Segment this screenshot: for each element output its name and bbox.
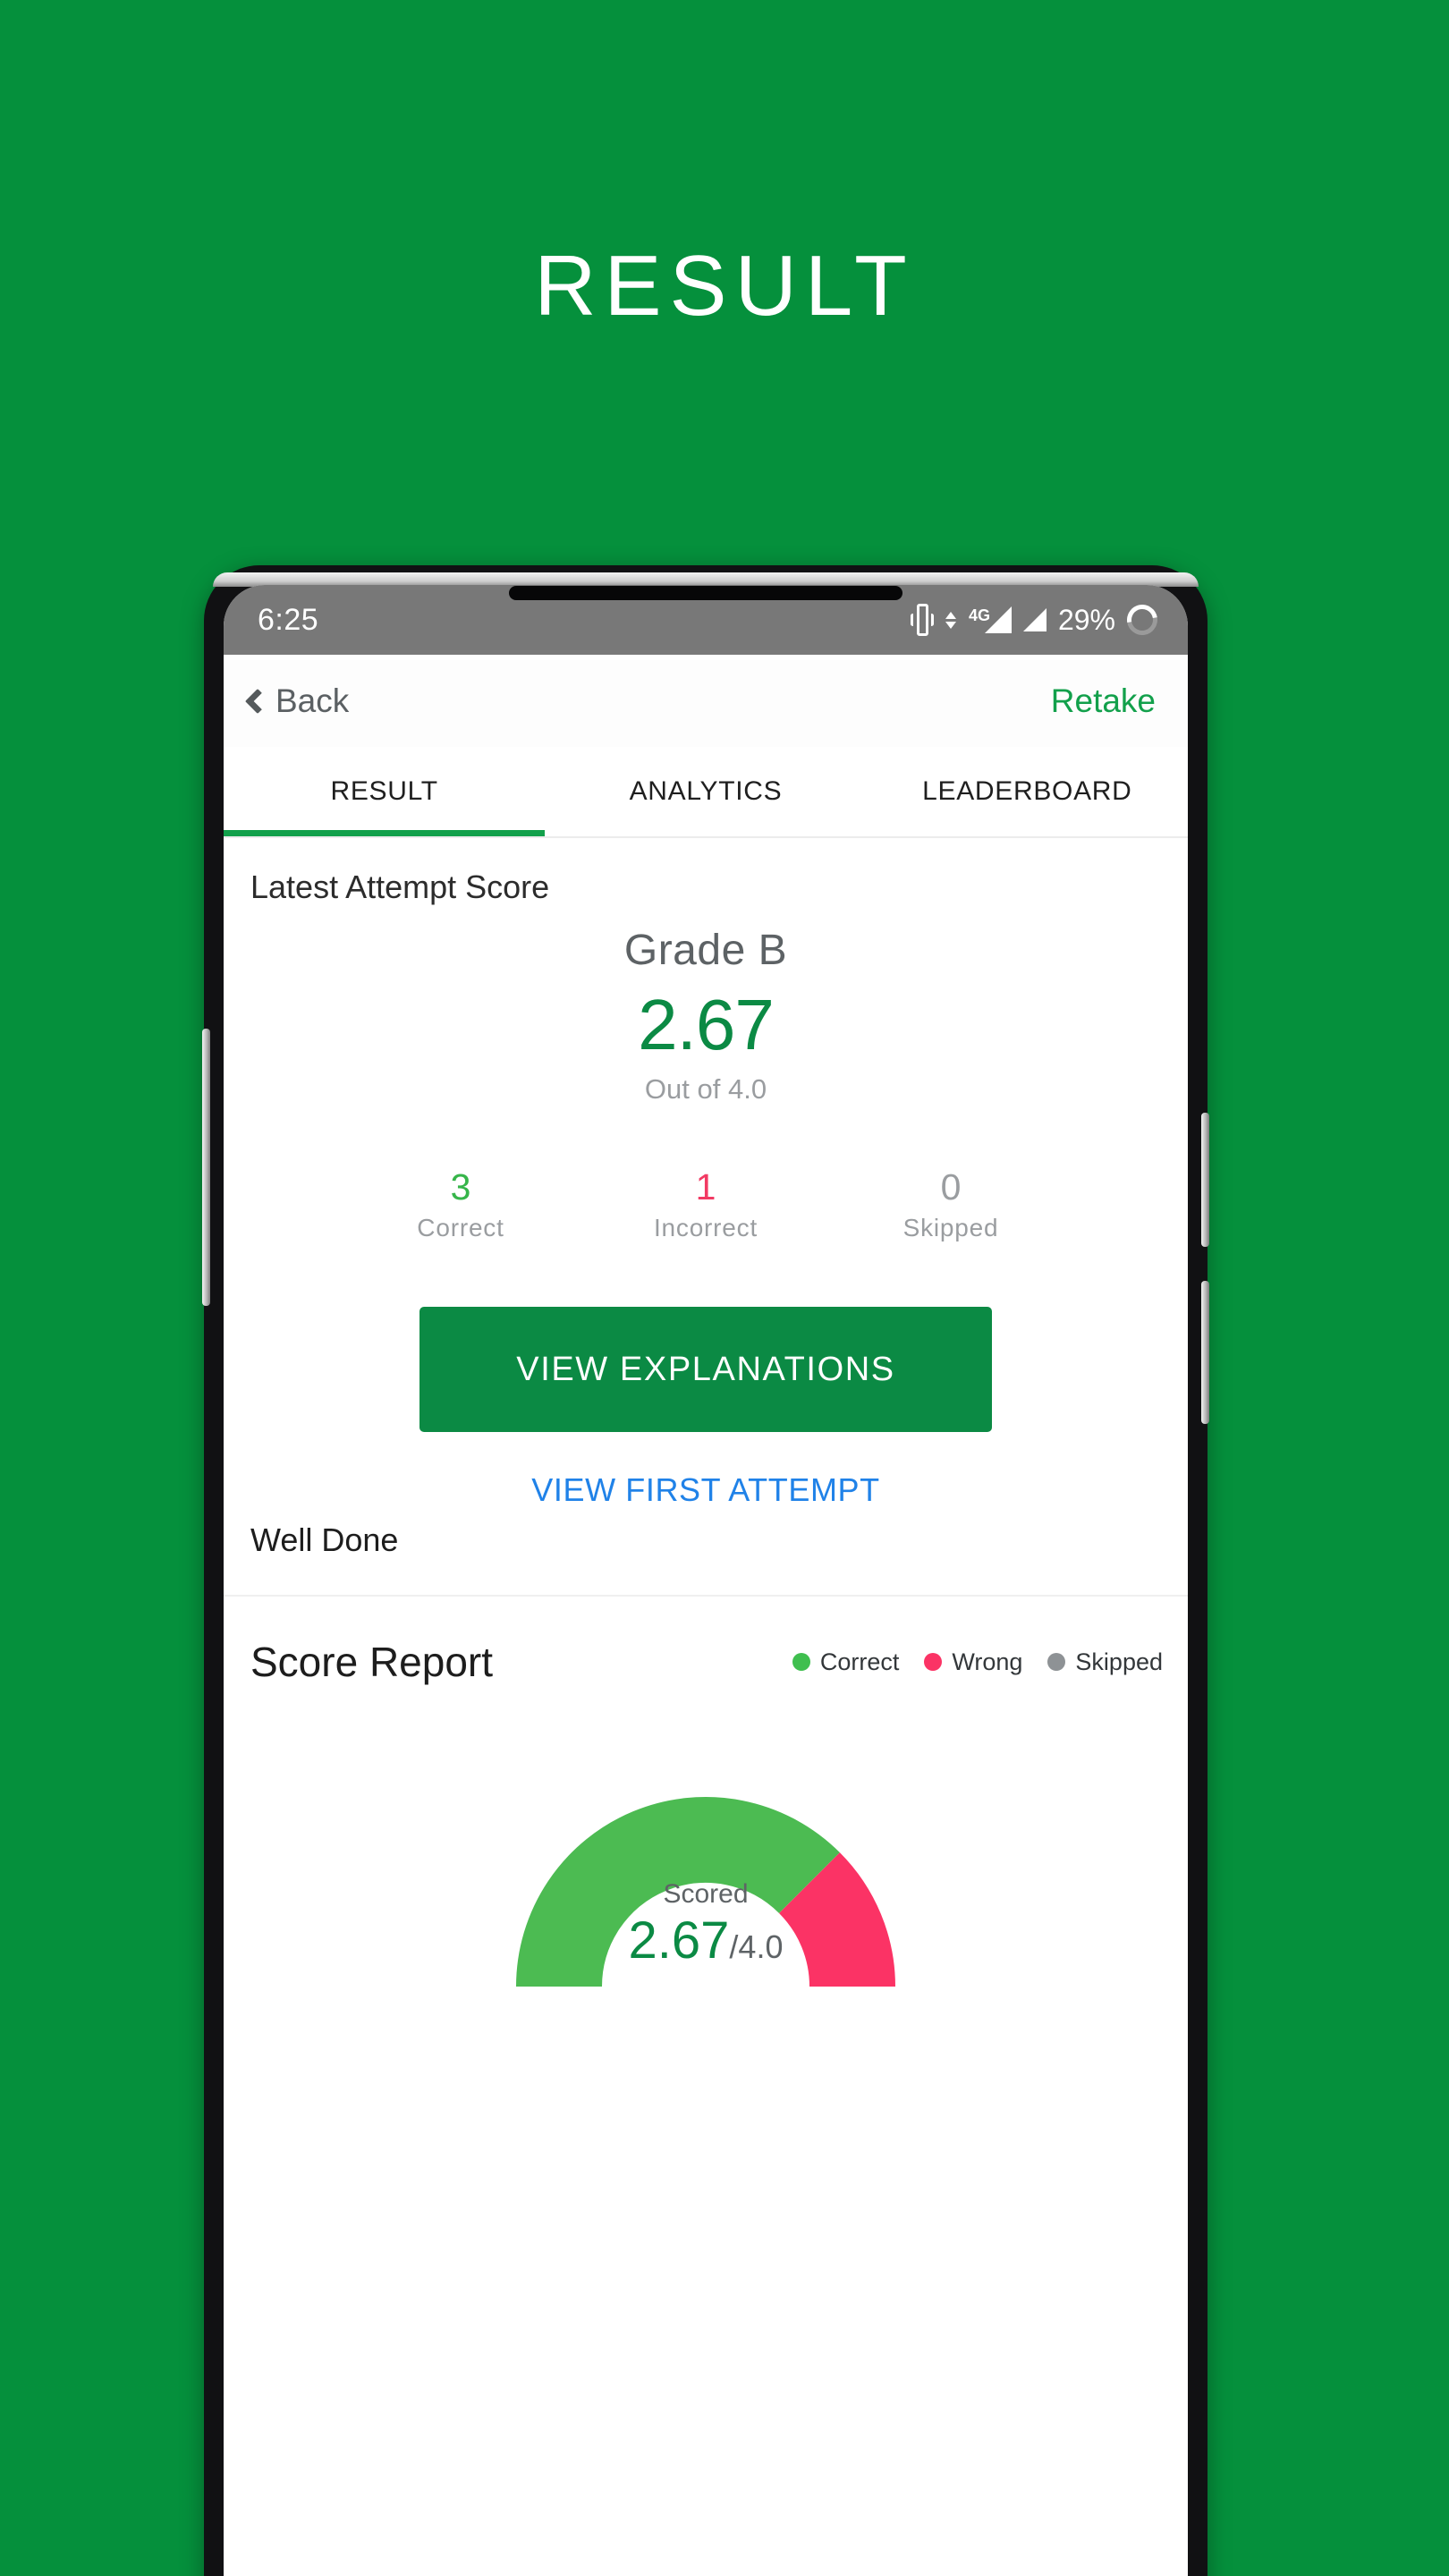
chart-legend: Correct Wrong Skipped (792, 1648, 1163, 1676)
status-icons: 4G 29% (910, 598, 1164, 641)
phone-frame: 6:25 4G 29% Back Retake RESULT ANALYTICS… (202, 565, 1209, 2576)
view-explanations-button[interactable]: VIEW EXPLANATIONS (419, 1307, 992, 1433)
legend-dot-skipped-icon (1047, 1653, 1066, 1672)
legend-label-wrong: Wrong (952, 1648, 1023, 1675)
result-message: Well Done (250, 1521, 399, 1559)
legend-item-correct: Correct (792, 1648, 900, 1676)
chevron-left-icon (244, 688, 271, 714)
phone-volume-button[interactable] (202, 1029, 210, 1306)
view-first-attempt-link[interactable]: VIEW FIRST ATTEMPT (224, 1471, 1188, 1509)
gauge-score-total: /4.0 (729, 1928, 784, 1966)
phone-power-button[interactable] (1201, 1113, 1209, 1247)
gauge-score-number: 2.67 (628, 1911, 730, 1970)
signal-4g-icon: 4G (969, 606, 1012, 634)
stat-correct: 3 Correct (389, 1166, 532, 1242)
tab-result-label: RESULT (330, 776, 438, 806)
tab-analytics[interactable]: ANALYTICS (545, 747, 866, 836)
legend-dot-wrong-icon (924, 1653, 943, 1672)
legend-item-skipped: Skipped (1047, 1648, 1163, 1676)
speaker-grille-icon (509, 586, 902, 600)
stat-incorrect: 1 Incorrect (634, 1166, 777, 1242)
legend-item-wrong: Wrong (924, 1648, 1022, 1676)
nav-bar: Back Retake (224, 655, 1188, 747)
tab-result[interactable]: RESULT (224, 747, 546, 836)
tab-bar: RESULT ANALYTICS LEADERBOARD (224, 747, 1188, 838)
phone-screen: 6:25 4G 29% Back Retake RESULT ANALYTICS… (224, 585, 1188, 2576)
tab-leaderboard[interactable]: LEADERBOARD (867, 747, 1188, 836)
score-gauge-chart: Scored 2.67/4.0 (473, 1765, 938, 2006)
legend-label-skipped: Skipped (1075, 1648, 1163, 1675)
data-transfer-icon (945, 611, 956, 629)
latest-attempt-label: Latest Attempt Score (250, 869, 550, 905)
stat-correct-label: Correct (417, 1214, 504, 1242)
signal-icon (1022, 608, 1046, 631)
back-button-label: Back (275, 682, 350, 719)
score-report-title: Score Report (250, 1639, 494, 1686)
stat-skipped-label: Skipped (902, 1214, 999, 1242)
score-out-of: Out of 4.0 (644, 1073, 767, 1105)
stat-skipped: 0 Skipped (879, 1166, 1022, 1242)
back-button[interactable]: Back (244, 682, 350, 720)
gauge-center-text: Scored 2.67/4.0 (473, 1879, 938, 1967)
stat-incorrect-label: Incorrect (653, 1214, 758, 1242)
tab-analytics-label: ANALYTICS (629, 776, 783, 806)
status-time: 6:25 (258, 602, 319, 637)
phone-side-button[interactable] (1201, 1281, 1209, 1424)
gauge-scored-label: Scored (663, 1879, 749, 1910)
vibrate-icon (910, 604, 934, 636)
battery-percent: 29% (1057, 603, 1115, 636)
stats-row: 3 Correct 1 Incorrect 0 Skipped (224, 1166, 1188, 1242)
score-report-header: Score Report Correct Wrong Skipped (224, 1638, 1188, 1686)
stat-skipped-value: 0 (940, 1166, 962, 1208)
grade-label: Grade B (623, 927, 788, 974)
retake-button[interactable]: Retake (1051, 682, 1156, 720)
score-value: 2.67 (638, 985, 775, 1064)
gauge-score-value: 2.67/4.0 (473, 1915, 938, 1967)
legend-label-correct: Correct (819, 1648, 900, 1675)
stat-correct-value: 3 (450, 1166, 471, 1208)
legend-dot-correct-icon (792, 1653, 810, 1672)
tab-leaderboard-label: LEADERBOARD (922, 776, 1132, 806)
battery-icon (1121, 598, 1164, 641)
stat-incorrect-value: 1 (695, 1166, 716, 1208)
score-report-section: Score Report Correct Wrong Skipped Score… (224, 1597, 1188, 2007)
page-title: RESULT (534, 238, 915, 334)
result-card: Latest Attempt Score Grade B 2.67 Out of… (224, 838, 1188, 1597)
